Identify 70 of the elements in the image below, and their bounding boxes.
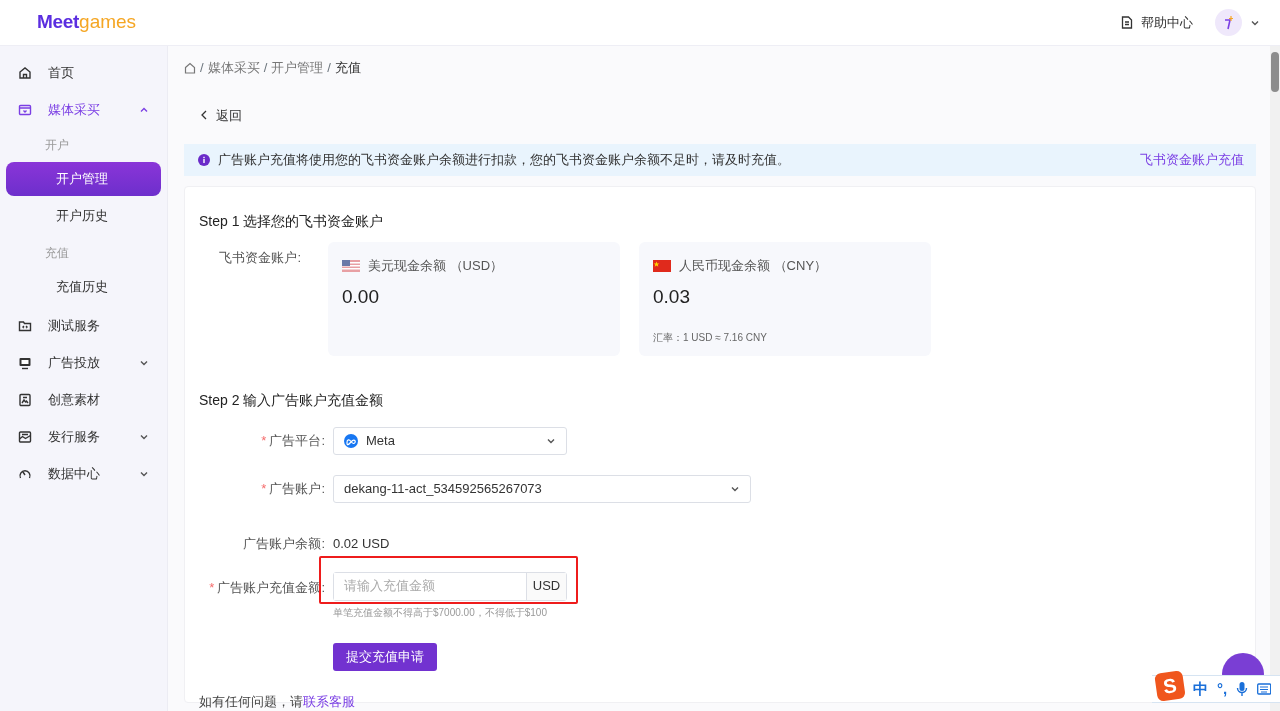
breadcrumb-separator: / [200,59,204,77]
currency-label: USD [532,577,561,596]
logo: Meet [37,11,80,33]
microphone-icon[interactable] [1236,681,1249,697]
breadcrumb-separator: / [263,59,268,77]
balance-amount: 0.03 [653,284,691,309]
landscape-frame-icon [18,429,32,444]
breadcrumb-item: 充值 [334,59,361,77]
breadcrumb-item[interactable]: 媒体采买 [207,58,260,78]
recharge-link[interactable]: 飞书资金账户充值 [1140,150,1244,170]
balance-amount: 0.00 [342,284,380,309]
required-mark: * [261,481,267,497]
group-label: 开户 [45,137,69,154]
chevron-down-icon [546,436,556,446]
field-label: 广告平台: [269,433,325,449]
required-mark: * [209,579,215,595]
home-icon [18,65,32,80]
submit-button[interactable]: 提交充值申请 [333,643,437,671]
field-label: 广告账户: [269,481,325,497]
sidebar-item[interactable]: 媒体采买 [6,91,161,128]
card-title: 人民币现金余额 （CNY） [679,257,828,275]
hint-text: 单笔充值金额不得高于$7000.00，不得低于$100 [333,606,547,618]
group-label: 充值 [45,245,69,262]
sidebar-subitem[interactable]: 开户历史 [6,199,161,233]
storefront-icon [18,102,32,117]
ad-screen-icon [18,355,32,370]
logo-text: games [79,11,137,33]
sidebar-item[interactable]: 测试服务 [6,307,161,344]
amount-field[interactable]: 请输入充值金额 USD [333,571,567,601]
scrollbar-thumb[interactable] [1271,52,1279,92]
info-icon [198,154,210,166]
keyboard-icon[interactable] [1257,683,1272,695]
home-icon[interactable] [184,61,196,74]
chevron-down-icon [730,484,740,494]
exchange-rate: 汇率：1 USD ≈ 7.16 CNY [653,331,767,343]
section-title: Step 1 选择您的飞书资金账户 [199,212,385,231]
sidebar-subitem[interactable]: 充值历史 [6,270,161,304]
image-frame-icon [18,392,32,407]
sidebar-item[interactable]: 创意素材 [6,381,161,418]
dropdown[interactable]: dekang-11-act_534592565267073 [333,475,751,503]
required-mark: * [261,433,267,449]
breadcrumb-item[interactable]: 开户管理 [271,58,324,78]
back-link[interactable]: 返回 [216,105,242,125]
sidebar-item[interactable]: 首页 [6,54,161,91]
punctuation-toggle[interactable]: °, [1217,677,1228,701]
help-link[interactable]: 帮助中心 [1121,12,1193,33]
sidebar-subitem[interactable]: 开户管理 [6,162,161,196]
balance-value: 0.02 USD [333,535,390,553]
folder-code-icon [18,318,32,333]
sparkle-mark-icon [1222,14,1235,31]
help-text: 如有任何问题，请联系客服 [199,694,355,709]
card-title: 美元现金余额 （USD） [368,257,504,275]
info-text: 广告账户充值将使用您的飞书资金账户余额进行扣款，您的飞书资金账户余额不足时，请及时充值。 [218,151,791,169]
sidebar-item[interactable]: 数据中心 [6,455,161,492]
dropdown[interactable]: Meta [333,427,567,455]
sidebar-item[interactable]: 广告投放 [6,344,161,381]
ime-logo: S [1154,670,1186,702]
field-label: 广告账户余额: [243,536,325,551]
balance-card[interactable]: 人民币现金余额 （CNY） 0.03 汇率：1 USD ≈ 7.16 CNY [639,242,931,356]
document-icon [1121,16,1133,29]
sidebar-item[interactable]: 发行服务 [6,418,161,455]
contact-link[interactable]: 联系客服 [303,694,355,709]
flag-icon [342,259,360,272]
field-label: 飞书资金账户: [219,250,301,265]
breadcrumb-separator: / [327,59,331,77]
flag-icon [653,259,671,272]
balance-card[interactable]: 美元现金余额 （USD） 0.00 [328,242,620,356]
section-title: Step 2 输入广告账户充值金额 [199,391,385,410]
ime-mode[interactable]: 中 [1193,677,1208,701]
avatar[interactable] [1215,9,1242,36]
